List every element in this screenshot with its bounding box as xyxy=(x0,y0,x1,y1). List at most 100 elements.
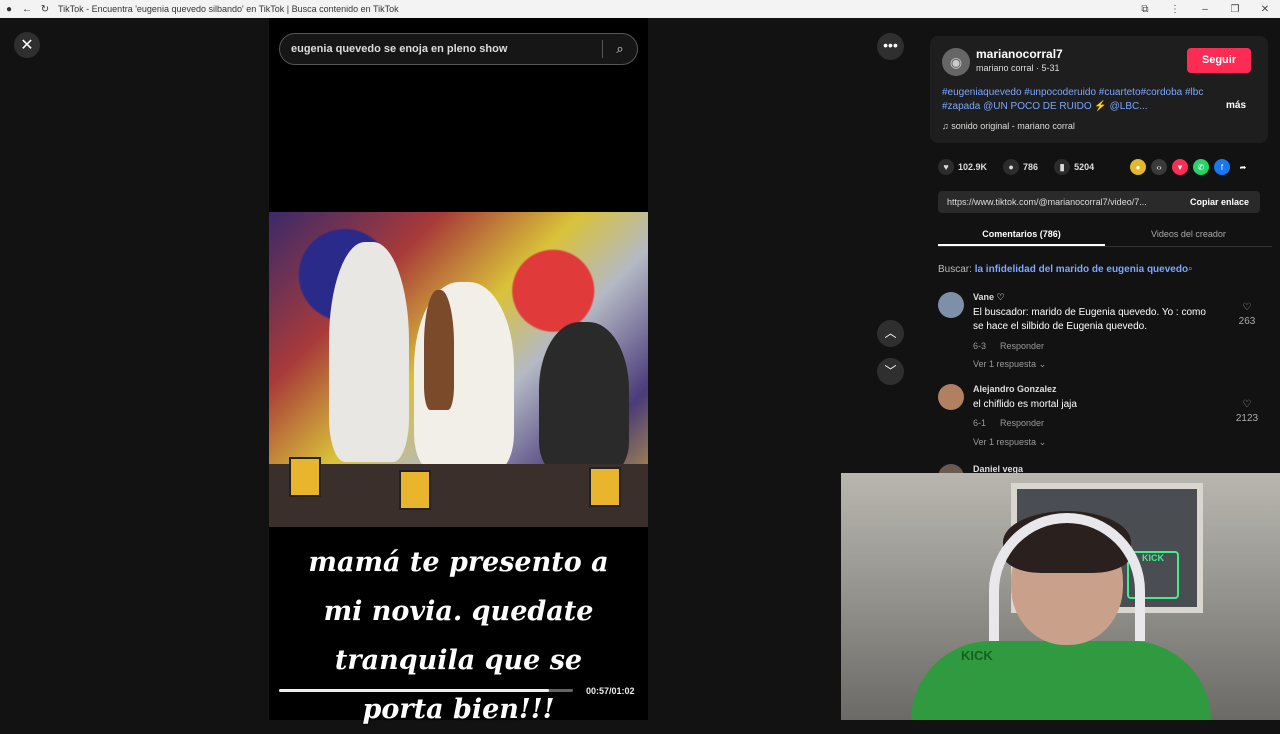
minimize-icon[interactable]: – xyxy=(1190,4,1220,15)
save-count: 5204 xyxy=(1074,162,1095,172)
comment-meta: 6-3 Responder xyxy=(973,341,1044,351)
comment-date: 6-3 xyxy=(973,341,987,351)
sound-name: sonido original - mariano corral xyxy=(951,121,1075,131)
person-left xyxy=(329,242,409,462)
share-buttons: ● ‹› ▼ ✆ f ➦ xyxy=(1130,159,1256,175)
share-arrow-icon[interactable]: ➦ xyxy=(1235,159,1251,175)
tab-comments[interactable]: Comentarios (786) xyxy=(938,223,1105,246)
back-icon[interactable]: ← xyxy=(18,4,36,15)
comment-count: 786 xyxy=(1023,162,1039,172)
commenter-name-text: Vane xyxy=(973,292,995,302)
next-video-button[interactable]: ﹀ xyxy=(877,358,904,385)
suggestion-label: Buscar: xyxy=(938,264,972,275)
close-icon: ✕ xyxy=(20,37,34,54)
search-suggestion[interactable]: Buscar: la infidelidad del marido de eug… xyxy=(938,264,1193,275)
browser-menu-icon[interactable]: ⋮ xyxy=(1160,4,1190,15)
view-replies-text: Ver 1 respuesta xyxy=(973,359,1037,369)
scarf xyxy=(424,290,454,410)
whatsapp-icon[interactable]: ✆ xyxy=(1193,159,1209,175)
comment-meta: 6-1 Responder xyxy=(973,418,1044,428)
previous-video-button[interactable]: ︿ xyxy=(877,320,904,347)
panel-tabs: Comentarios (786) Videos del creador xyxy=(938,223,1272,247)
extensions-icon[interactable]: ⧉ xyxy=(1130,4,1160,15)
comment-icon[interactable]: ● xyxy=(1003,159,1020,175)
view-replies-link[interactable]: Ver 1 respuesta ⌄ xyxy=(973,359,1046,370)
suggestion-query[interactable]: la infidelidad del marido de eugenia que… xyxy=(975,264,1188,275)
comment-text: el chiflido es mortal jaja xyxy=(973,399,1077,410)
commenter-name[interactable]: Alejandro Gonzalez xyxy=(973,384,1057,394)
heart-icon[interactable]: ♥ xyxy=(938,159,954,175)
reload-icon[interactable]: ↻ xyxy=(36,4,54,15)
follow-button[interactable]: Seguir xyxy=(1187,48,1251,73)
more-description-link[interactable]: más xyxy=(1226,100,1246,111)
reply-button[interactable]: Responder xyxy=(1000,341,1044,351)
comment-like-count: 263 xyxy=(1238,316,1256,327)
mug xyxy=(589,467,621,507)
send-icon[interactable]: ▼ xyxy=(1172,159,1188,175)
author-card: ◉ marianocorral7 mariano corral · 5-31 S… xyxy=(930,36,1268,143)
like-count: 102.9K xyxy=(958,162,988,172)
commenter-avatar[interactable] xyxy=(938,384,964,410)
window-close-icon[interactable]: ✕ xyxy=(1250,4,1280,15)
author-avatar[interactable]: ◉ xyxy=(942,48,970,76)
video-url[interactable]: https://www.tiktok.com/@marianocorral7/v… xyxy=(938,197,1179,207)
facebook-icon[interactable]: f xyxy=(1214,159,1230,175)
comment-item: Alejandro Gonzalez el chiflido es mortal… xyxy=(938,384,1260,464)
copy-link-button[interactable]: Copiar enlace xyxy=(1179,197,1260,207)
comment-like[interactable]: ♡ 2123 xyxy=(1234,399,1260,424)
close-video-button[interactable]: ✕ xyxy=(14,32,40,58)
tab-creator-videos[interactable]: Videos del creador xyxy=(1105,223,1272,246)
green-shirt xyxy=(911,641,1211,720)
chevron-down-icon: ⌄ xyxy=(1038,437,1047,447)
author-username[interactable]: marianocorral7 xyxy=(976,47,1063,61)
restore-icon[interactable]: ❐ xyxy=(1220,4,1250,15)
chevron-up-icon: ︿ xyxy=(884,326,897,340)
view-replies-link[interactable]: Ver 1 respuesta ⌄ xyxy=(973,437,1046,448)
video-link-box: https://www.tiktok.com/@marianocorral7/v… xyxy=(938,191,1260,213)
video-caption: mamá te presento a mi novia. quedate tra… xyxy=(269,538,648,734)
chair xyxy=(539,322,629,472)
comment-item: Vane ♡ El buscador: marido de Eugenia qu… xyxy=(938,292,1260,372)
music-note-icon: ♫ xyxy=(942,121,952,131)
reply-button[interactable]: Responder xyxy=(1000,418,1044,428)
caption-line: tranquila que se xyxy=(334,645,583,676)
browser-title-bar: ● ← ↻ TikTok - Encuentra 'eugenia queved… xyxy=(0,0,1280,18)
shirt-logo: KICK xyxy=(961,648,993,663)
search-bar[interactable]: eugenia quevedo se enoja en pleno show ⌕ xyxy=(279,33,638,65)
commenter-avatar[interactable] xyxy=(938,292,964,318)
search-input[interactable]: eugenia quevedo se enoja en pleno show xyxy=(280,43,602,55)
video-progress-bar[interactable] xyxy=(279,689,573,692)
video-time: 00:57/01:02 xyxy=(586,686,635,696)
more-icon: ••• xyxy=(883,37,898,53)
video-frame xyxy=(269,212,648,527)
search-icon[interactable]: ⌕ xyxy=(603,41,637,57)
video-progress-fill xyxy=(279,689,550,692)
person-icon: ◉ xyxy=(949,53,963,70)
chevron-down-icon: ﹀ xyxy=(884,364,897,378)
embed-icon[interactable]: ‹› xyxy=(1151,159,1167,175)
engagement-stats: ♥ 102.9K ● 786 ▮ 5204 xyxy=(938,159,1110,175)
sound-link[interactable]: ♫ sonido original - mariano corral xyxy=(942,121,1075,131)
commenter-name[interactable]: Vane ♡ xyxy=(973,292,1005,303)
comment-text: El buscador: marido de Eugenia quevedo. … xyxy=(973,307,1206,332)
video-stage: ✕ eugenia quevedo se enoja en pleno show… xyxy=(0,18,918,725)
comment-like[interactable]: ♡ 263 xyxy=(1234,302,1260,327)
heart-icon: ♡ xyxy=(1242,399,1252,410)
window-title: TikTok - Encuentra 'eugenia quevedo silb… xyxy=(58,4,399,14)
webcam-overlay: KICK KICK xyxy=(841,473,1280,720)
search-icon: ⌕ xyxy=(1188,264,1193,273)
heart-icon: ♡ xyxy=(1242,302,1252,313)
author-subtitle: mariano corral · 5-31 xyxy=(976,63,1060,73)
video-description[interactable]: #eugeniaquevedo #unpocoderuido #cuarteto… xyxy=(942,86,1222,114)
mug xyxy=(289,457,321,497)
comment-like-count: 2123 xyxy=(1235,413,1259,424)
coin-icon[interactable]: ● xyxy=(1130,159,1146,175)
more-options-button[interactable]: ••• xyxy=(877,33,904,60)
mug xyxy=(399,470,431,510)
view-replies-text: Ver 1 respuesta xyxy=(973,437,1037,447)
caption-line: mi novia. quedate xyxy=(323,596,594,627)
comment-date: 6-1 xyxy=(973,418,987,428)
bookmark-icon[interactable]: ▮ xyxy=(1054,159,1071,175)
chevron-down-icon: ⌄ xyxy=(1038,359,1047,369)
heart-icon: ♡ xyxy=(996,292,1005,302)
